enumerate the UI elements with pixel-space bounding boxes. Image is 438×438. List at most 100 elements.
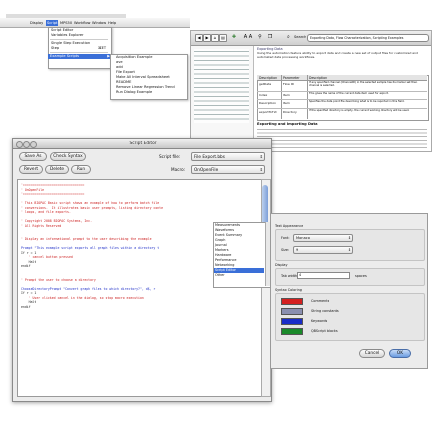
prefs-list-item[interactable]: Other: [214, 273, 264, 278]
color-row: QBScript blocks: [281, 327, 411, 337]
check-syntax-button[interactable]: Check Syntax: [50, 152, 86, 161]
home-icon[interactable]: ⌂: [211, 34, 219, 42]
menu-separator: [50, 52, 108, 53]
color-row: String constants: [281, 307, 411, 317]
table-header: Description: [309, 75, 328, 80]
menu-display[interactable]: Display: [30, 20, 43, 26]
font-value: Monaco: [296, 236, 310, 240]
help-browser-window: ◀ ▶ ⌂ ▤ ✚ A A ⚲ ❐ ⌕ Search Exporting Dat…: [190, 30, 432, 152]
font-label: Font:: [281, 236, 290, 240]
save-as-button[interactable]: Save As: [19, 152, 47, 161]
table-cell: Specifies the data point file describing…: [309, 100, 405, 103]
table-header: Description: [259, 75, 278, 80]
window-icon[interactable]: ❐: [267, 34, 273, 40]
zoom-icon[interactable]: ⚲: [257, 34, 263, 40]
section-heading: Exporting and Importing Data: [257, 122, 318, 126]
table-cell: This gives the name of the current data …: [309, 92, 389, 95]
table-header: Parameter: [283, 75, 300, 80]
color-well[interactable]: [281, 318, 303, 325]
color-well[interactable]: [281, 308, 303, 315]
syntax-coloring-heading: Syntax Coloring: [275, 288, 302, 292]
tab-width-label: Tab width:: [281, 274, 299, 278]
menu-mps50[interactable]: MPS50: [60, 20, 72, 26]
text-appearance-heading: Text Appearance: [275, 224, 304, 228]
popup-arrows-icon: ⇕: [259, 154, 263, 159]
code-editor[interactable]: '================================ ' OnOpe…: [17, 179, 263, 397]
submenu-item[interactable]: Run Dialog Example: [114, 90, 186, 95]
size-popup[interactable]: 9 ⇕: [293, 246, 353, 254]
search-label: Search: [294, 35, 307, 39]
color-label: Comments: [311, 299, 330, 303]
menu-script[interactable]: Script: [46, 20, 59, 26]
menu-separator: [50, 39, 108, 40]
table-col-divider: [281, 75, 282, 119]
code-lines: '================================ ' OnOpe…: [21, 183, 221, 309]
table-cell: If any specified channel (ChannelID) in …: [309, 81, 418, 88]
prefs-list-items: Measurements Waveforms Event Summary Graph J…: [214, 223, 264, 278]
color-well[interactable]: [281, 298, 303, 305]
menu-workflow[interactable]: Workflow: [74, 20, 91, 26]
macro-label: Macro:: [171, 167, 186, 172]
script-file-popup[interactable]: File Export.bbs ⇕: [191, 152, 265, 161]
search-icon: ⌕: [287, 34, 290, 40]
menu-window[interactable]: Window: [92, 20, 106, 26]
prefs-list-scrollbar[interactable]: [265, 222, 270, 286]
cancel-button[interactable]: Cancel: [359, 349, 385, 358]
table-cell: Directory: [283, 110, 297, 114]
table-cell: Item: [283, 93, 290, 97]
popup-arrows-icon: ⇕: [347, 248, 351, 252]
tab-width-input[interactable]: 4: [297, 272, 350, 279]
close-window-icon[interactable]: [16, 141, 23, 148]
table-cell: exportToTxt: [259, 110, 277, 114]
display-heading: Display: [275, 263, 288, 267]
menu-item-step[interactable]: Step: [49, 46, 91, 51]
macro-popup[interactable]: OnOpenFile ⇕: [191, 165, 265, 174]
color-rows: Comments String constants Keywords QBScript…: [281, 297, 411, 337]
font-size-icon[interactable]: A A: [243, 34, 253, 40]
page-headline: Using the automation feature ability to …: [257, 51, 418, 59]
nav-tree-lines: [194, 49, 249, 123]
run-button[interactable]: Run: [71, 165, 91, 174]
script-file-label: Script file:: [159, 154, 181, 159]
table-cell: Item: [283, 101, 290, 105]
menu-item-example-scripts[interactable]: Example Scripts ▶: [48, 54, 112, 59]
color-label: QBScript blocks: [311, 329, 338, 333]
color-well[interactable]: [281, 328, 303, 335]
search-input[interactable]: Exporting Data, Flow Characterization, S…: [307, 34, 429, 42]
code-line: endif: [21, 304, 31, 309]
color-label: String constants: [311, 309, 339, 313]
window-title: Script Editor: [129, 140, 157, 146]
back-icon[interactable]: ◀: [195, 34, 203, 42]
zoom-window-icon[interactable]: [30, 141, 37, 148]
forward-icon[interactable]: ▶: [203, 34, 211, 42]
table-cell: Description: [259, 101, 277, 105]
table-col-divider: [307, 75, 308, 119]
menu-item-variables-explorer[interactable]: Variables Explorer: [49, 33, 109, 38]
color-label: Keywords: [311, 319, 328, 323]
preferences-window: Measurements Waveforms Event Summary Graph J…: [213, 213, 428, 369]
tab-width-unit: spaces: [355, 274, 367, 278]
color-row: Comments: [281, 297, 411, 307]
font-popup[interactable]: Monaco ⇕: [293, 234, 353, 242]
popup-arrows-icon: ⇕: [259, 167, 263, 172]
minimize-window-icon[interactable]: [23, 141, 30, 148]
macro-value: OnOpenFile: [194, 167, 219, 172]
body-text-lines: [257, 128, 427, 148]
ok-button[interactable]: OK: [389, 349, 411, 358]
print-icon[interactable]: ▤: [219, 34, 227, 42]
menu-help[interactable]: Help: [108, 20, 116, 26]
menu-shortcut-step: ⌘ET: [98, 46, 107, 50]
table-cell: If the specified directory is empty, the…: [309, 109, 410, 112]
table-cell: Index: [259, 93, 268, 97]
color-row: Keywords: [281, 317, 411, 327]
script-file-value: File Export.bbs: [194, 154, 225, 159]
bookmark-icon[interactable]: ✚: [231, 34, 237, 40]
popup-arrows-icon: ⇕: [347, 236, 351, 240]
delete-button[interactable]: Delete: [45, 165, 69, 174]
table-cell: getData: [259, 82, 272, 86]
size-value: 9: [296, 248, 299, 252]
menu-item-example-scripts-label: Example Scripts: [50, 54, 80, 58]
size-label: Size:: [281, 248, 290, 252]
revert-button[interactable]: Revert: [19, 165, 43, 174]
table-cell: Flow ID: [283, 82, 294, 86]
